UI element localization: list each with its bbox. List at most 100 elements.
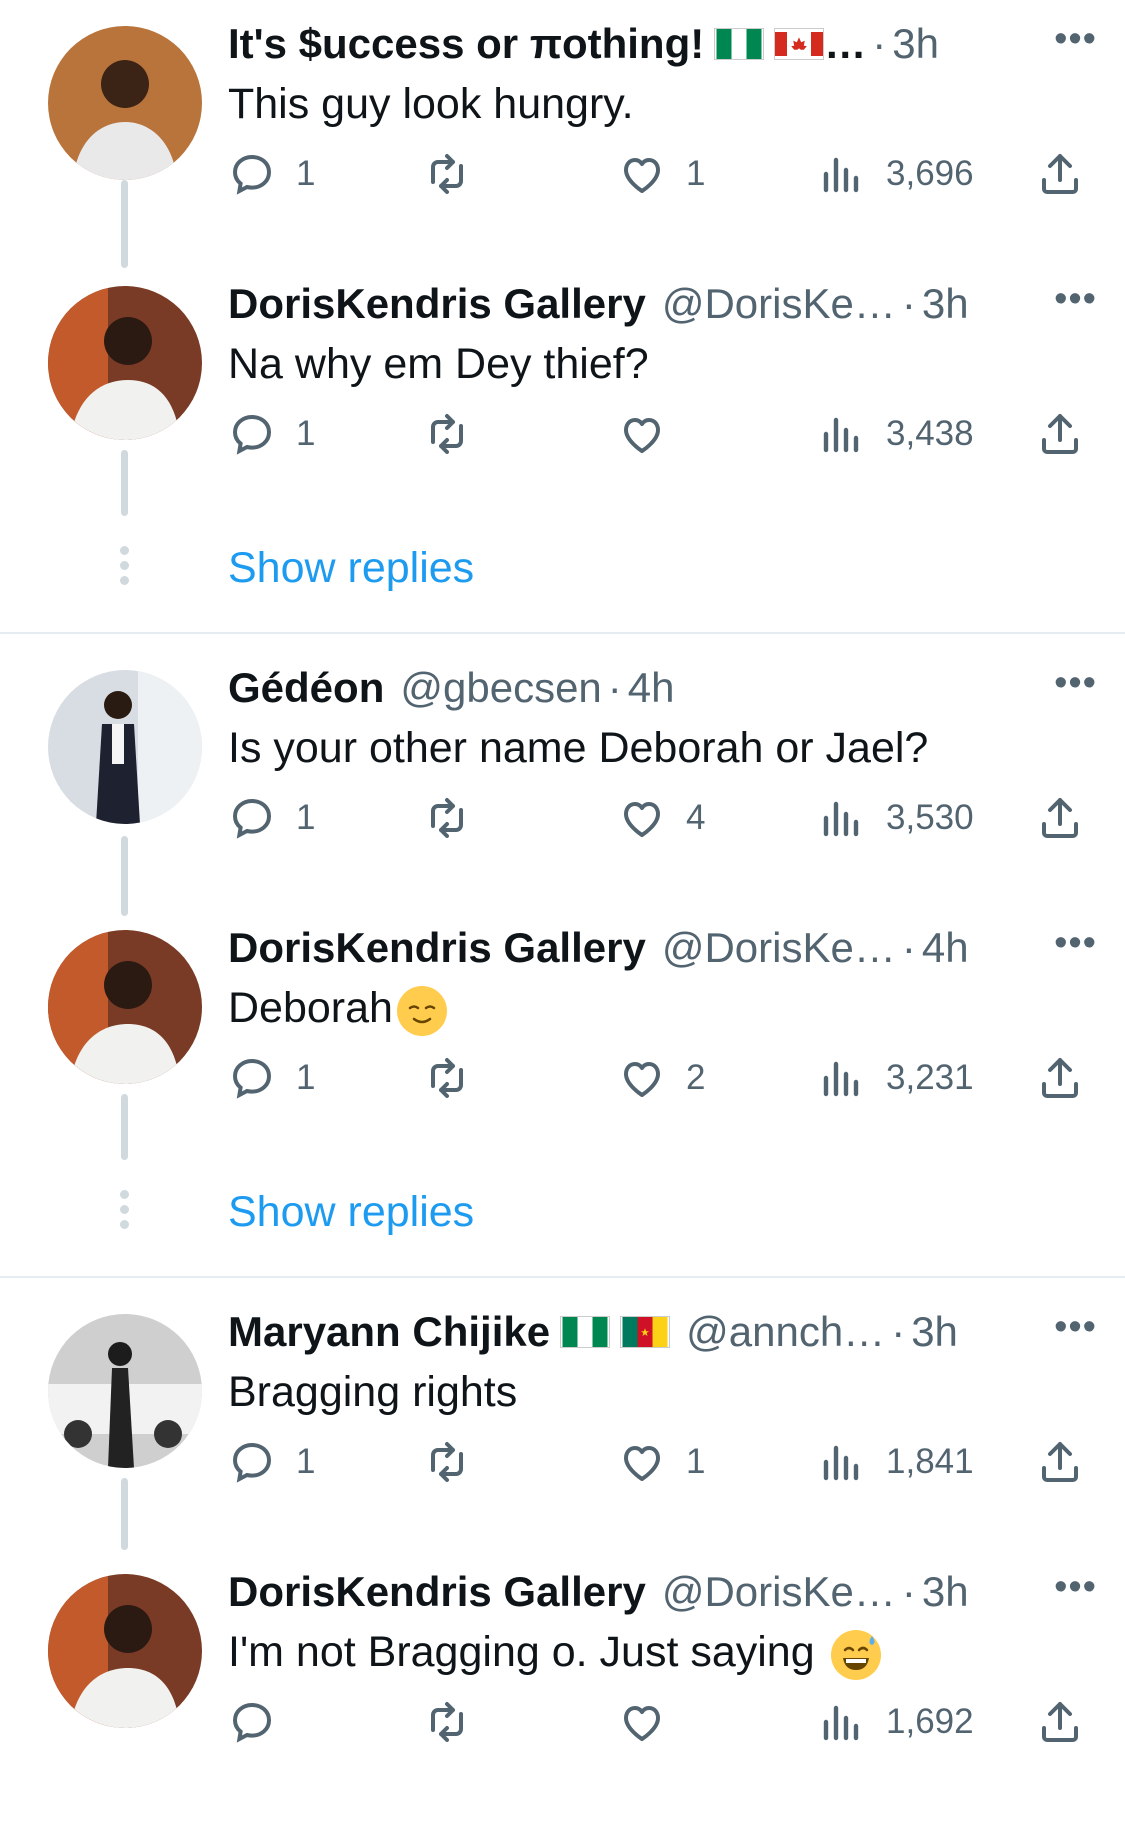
- handle[interactable]: @DorisKe…: [662, 280, 896, 328]
- display-name[interactable]: DorisKendris Gallery: [228, 924, 646, 972]
- share-button[interactable]: [1036, 1438, 1084, 1486]
- avatar[interactable]: [48, 1574, 202, 1728]
- display-name[interactable]: Gédéon: [228, 664, 384, 712]
- retweet-button[interactable]: [423, 1054, 491, 1102]
- reply-button[interactable]: 1: [228, 410, 315, 458]
- like-button[interactable]: [618, 1698, 686, 1746]
- nigeria-flag-icon: [714, 28, 765, 60]
- share-button[interactable]: [1036, 150, 1084, 198]
- views-icon: [818, 1054, 866, 1102]
- tweet-6[interactable]: DorisKendris Gallery @DorisKe… · 3h I'm …: [0, 1548, 1125, 1808]
- views-icon: [818, 794, 866, 842]
- views-button[interactable]: 3,530: [818, 794, 974, 842]
- views-button[interactable]: 1,841: [818, 1438, 974, 1486]
- thread-line: [121, 450, 128, 516]
- tweet-3[interactable]: Gédéon @gbecsen · 4h Is your other name …: [0, 644, 1125, 916]
- views-count: 3,530: [886, 798, 974, 837]
- canada-flag-icon: [774, 28, 825, 60]
- like-button[interactable]: [618, 410, 686, 458]
- show-replies-row[interactable]: Show replies: [0, 1172, 1125, 1262]
- avatar[interactable]: [48, 26, 202, 180]
- like-button[interactable]: 4: [618, 794, 705, 842]
- handle[interactable]: @DorisKe…: [662, 1568, 896, 1616]
- divider: [0, 1276, 1125, 1278]
- thread-dots: [118, 546, 132, 591]
- reply-icon: [228, 150, 276, 198]
- tweet-4[interactable]: DorisKendris Gallery @DorisKe… · 4h Debo…: [0, 904, 1125, 1164]
- timestamp[interactable]: 3h: [892, 20, 939, 68]
- reply-count: 1: [296, 1058, 316, 1097]
- like-button[interactable]: 2: [618, 1054, 705, 1102]
- avatar[interactable]: [48, 670, 202, 824]
- more-icon[interactable]: •••: [1054, 1306, 1097, 1349]
- share-button[interactable]: [1036, 1698, 1084, 1746]
- display-name[interactable]: Maryann Chijike: [228, 1308, 550, 1356]
- views-count: 3,696: [886, 154, 974, 193]
- retweet-icon: [423, 1438, 471, 1486]
- separator-dot: ·: [901, 1568, 916, 1615]
- reply-button[interactable]: [228, 1698, 296, 1746]
- display-name[interactable]: It's $uccess or πothing!: [228, 20, 704, 68]
- retweet-button[interactable]: [423, 410, 491, 458]
- share-button[interactable]: [1036, 794, 1084, 842]
- grinning-sweat-emoji-icon: [830, 1629, 881, 1680]
- avatar[interactable]: [48, 1314, 202, 1468]
- retweet-button[interactable]: [423, 150, 491, 198]
- reply-count: 1: [296, 1442, 316, 1481]
- more-icon[interactable]: •••: [1054, 922, 1097, 965]
- nigeria-flag-icon: [560, 1316, 611, 1348]
- timestamp[interactable]: 4h: [922, 924, 969, 972]
- views-button[interactable]: 3,438: [818, 410, 974, 458]
- more-icon[interactable]: •••: [1054, 662, 1097, 705]
- tweet-2[interactable]: DorisKendris Gallery @DorisKe… · 3h Na w…: [0, 260, 1125, 520]
- share-button[interactable]: [1036, 410, 1084, 458]
- avatar[interactable]: [48, 930, 202, 1084]
- more-icon[interactable]: •••: [1054, 1566, 1097, 1609]
- handle[interactable]: @DorisKe…: [662, 924, 896, 972]
- retweet-icon: [423, 1698, 471, 1746]
- reply-count: 1: [296, 414, 316, 453]
- views-button[interactable]: 3,696: [818, 150, 974, 198]
- action-bar: 1 4 3,530: [228, 794, 1098, 844]
- views-button[interactable]: 3,231: [818, 1054, 974, 1102]
- display-name[interactable]: DorisKendris Gallery: [228, 280, 646, 328]
- retweet-button[interactable]: [423, 794, 491, 842]
- more-icon[interactable]: •••: [1054, 278, 1097, 321]
- thread-line: [121, 180, 128, 268]
- reply-button[interactable]: 1: [228, 1054, 315, 1102]
- timestamp[interactable]: 4h: [628, 664, 675, 712]
- reply-icon: [228, 1698, 276, 1746]
- retweet-icon: [423, 410, 471, 458]
- timestamp[interactable]: 3h: [911, 1308, 958, 1356]
- retweet-button[interactable]: [423, 1698, 491, 1746]
- display-name[interactable]: DorisKendris Gallery: [228, 1568, 646, 1616]
- timestamp[interactable]: 3h: [922, 1568, 969, 1616]
- action-bar: 1 3,438: [228, 410, 1098, 460]
- action-bar: 1 1 1,841: [228, 1438, 1098, 1488]
- like-count: 1: [686, 154, 706, 193]
- views-icon: [818, 1698, 866, 1746]
- avatar[interactable]: [48, 286, 202, 440]
- tweet-text-body: I'm not Bragging o. Just saying: [228, 1628, 815, 1676]
- reply-button[interactable]: 1: [228, 1438, 315, 1486]
- like-button[interactable]: 1: [618, 1438, 705, 1486]
- tweet-5[interactable]: Maryann Chijike @annch… · 3h Bragging ri…: [0, 1288, 1125, 1550]
- views-button[interactable]: 1,692: [818, 1698, 974, 1746]
- handle[interactable]: …: [824, 20, 866, 68]
- show-replies-row[interactable]: Show replies: [0, 528, 1125, 618]
- share-icon: [1036, 1438, 1084, 1486]
- show-replies-link[interactable]: Show replies: [228, 1188, 474, 1237]
- show-replies-link[interactable]: Show replies: [228, 544, 474, 593]
- action-bar: 1 2 3,231: [228, 1054, 1098, 1104]
- share-button[interactable]: [1036, 1054, 1084, 1102]
- timestamp[interactable]: 3h: [922, 280, 969, 328]
- reply-button[interactable]: 1: [228, 150, 315, 198]
- reply-button[interactable]: 1: [228, 794, 315, 842]
- tweet-1[interactable]: It's $uccess or πothing! … · 3h This guy…: [0, 0, 1125, 268]
- more-icon[interactable]: •••: [1054, 18, 1097, 61]
- share-icon: [1036, 794, 1084, 842]
- handle[interactable]: @gbecsen: [400, 664, 601, 712]
- retweet-button[interactable]: [423, 1438, 491, 1486]
- handle[interactable]: @annch…: [686, 1308, 885, 1356]
- like-button[interactable]: 1: [618, 150, 705, 198]
